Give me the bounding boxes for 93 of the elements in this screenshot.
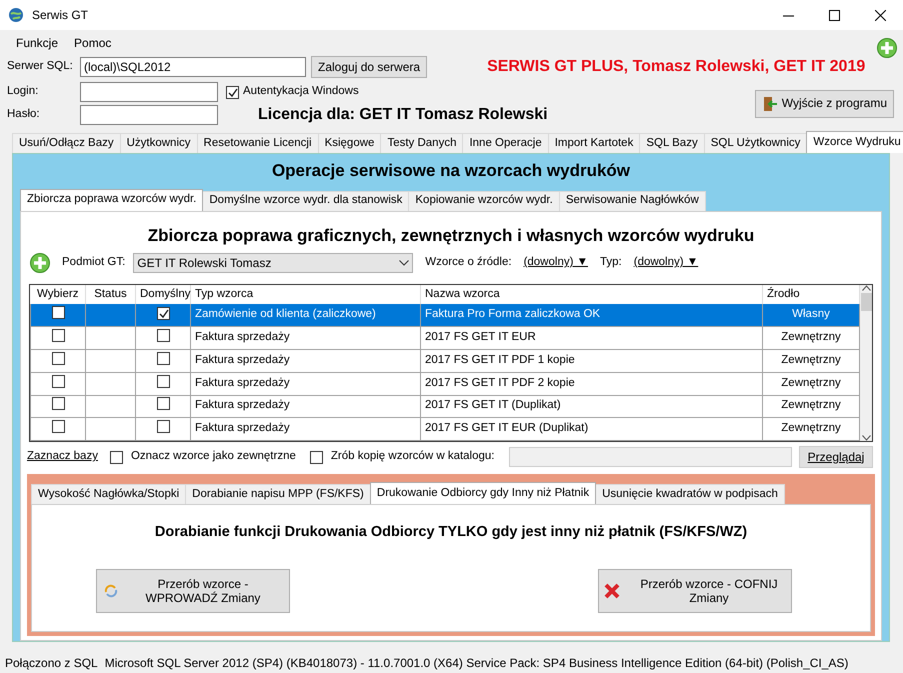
chevron-down-icon bbox=[399, 260, 410, 266]
tab[interactable]: Wzorce Wydruku bbox=[806, 131, 903, 153]
field-label: Hasło: bbox=[6, 108, 41, 122]
table-row[interactable]: Faktura sprzedaży 2017 FS GET IT PDF 1 kopie Zewnętrzny bbox=[30, 350, 860, 372]
table-cell: Faktura Pro Forma zaliczkowa OK bbox=[420, 304, 762, 327]
table-cell: 2017 FS GET IT EUR (Duplikat) bbox=[420, 418, 762, 440]
tab[interactable]: Usunięcie kwadratów w podpisach bbox=[595, 484, 785, 504]
checkbox[interactable] bbox=[110, 450, 123, 464]
checkbox-label: Zrób kopię wzorców w katalogu: bbox=[330, 450, 494, 464]
field-label: Wzorce o źródle: bbox=[425, 256, 512, 270]
section-heading: Zbiorcza poprawa graficznych, zewnętrznych i własnych wzorców wydruku bbox=[146, 226, 756, 246]
banner-text: SERWIS GT PLUS, Tomasz Rolewski, GET IT 2019 bbox=[487, 57, 866, 77]
checkbox[interactable] bbox=[52, 306, 64, 320]
table-cell: Zewnętrzny bbox=[762, 418, 860, 440]
checkbox[interactable] bbox=[156, 397, 170, 410]
checkbox[interactable] bbox=[226, 86, 239, 98]
mark-databases-link[interactable]: Zaznacz bazy bbox=[27, 450, 98, 464]
table-cell: Faktura sprzedaży bbox=[190, 418, 420, 440]
section-heading: Dorabianie funkcji Drukowania Odbiorcy TYLKO gdy jest inny niż płatnik (FS/KFS/WZ) bbox=[154, 524, 748, 542]
window-title: Serwis GT bbox=[32, 8, 88, 22]
status-text: Microsoft SQL Server 2012 (SP4) (KB4018073) - 11.0.7001.0 (X64) Service Pack: SP4 Business Intelligence Edition (64-bit) (Polish_CI_AS) bbox=[104, 656, 848, 670]
exit-button[interactable]: Wyjście z programu bbox=[754, 90, 894, 118]
tab[interactable]: Domyślne wzorce wydr. dla stanowisk bbox=[202, 190, 410, 211]
table-row[interactable]: Faktura sprzedaży 2017 FS GET IT PDF 2 kopie Zewnętrzny bbox=[30, 372, 860, 395]
table-cell: Faktura sprzedaży bbox=[190, 372, 420, 395]
login-button[interactable]: Zaloguj do serwera bbox=[311, 56, 428, 78]
checkbox-label: Autentykacja Windows bbox=[243, 85, 359, 99]
table-row[interactable]: Zamówienie od klienta (zaliczkowe) Faktura Pro Forma zaliczkowa OK Własny bbox=[30, 304, 860, 327]
field-label: Podmiot GT: bbox=[62, 256, 126, 270]
table-cell: Faktura sprzedaży bbox=[190, 395, 420, 418]
table-row[interactable]: Faktura sprzedaży 2017 FS GET IT EUR (Duplikat) Zewnętrzny bbox=[30, 418, 860, 440]
menu-item[interactable]: Pomoc bbox=[66, 34, 120, 52]
close-icon[interactable] bbox=[874, 10, 886, 20]
field-label: Login: bbox=[6, 85, 40, 99]
field-label: Typ: bbox=[600, 256, 622, 270]
add-icon[interactable] bbox=[877, 38, 897, 58]
app-icon bbox=[8, 7, 24, 23]
checkbox[interactable] bbox=[52, 420, 64, 434]
license-text: Licencja dla: GET IT Tomasz Rolewski bbox=[258, 105, 548, 125]
scroll-down-icon[interactable] bbox=[862, 435, 870, 441]
checkbox[interactable] bbox=[52, 397, 64, 410]
checkbox[interactable] bbox=[156, 306, 170, 320]
revert-changes-button[interactable]: Przerób wzorce - COFNIJ Zmiany bbox=[598, 569, 792, 614]
add-icon[interactable] bbox=[30, 253, 50, 273]
table-cell: 2017 FS GET IT PDF 1 kopie bbox=[420, 350, 762, 372]
type-filter-link[interactable]: (dowolny) ▼ bbox=[634, 256, 698, 270]
checkbox[interactable] bbox=[156, 374, 170, 388]
checkbox[interactable] bbox=[310, 450, 323, 464]
checkbox[interactable] bbox=[156, 420, 170, 434]
tab[interactable]: Drukowanie Odbiorcy gdy Inny niż Płatnik bbox=[370, 482, 596, 504]
checkbox[interactable] bbox=[156, 352, 170, 365]
table-cell: 2017 FS GET IT EUR bbox=[420, 326, 762, 350]
table-cell: 2017 FS GET IT (Duplikat) bbox=[420, 395, 762, 418]
table-cell: Własny bbox=[762, 304, 860, 327]
scroll-up-icon[interactable] bbox=[862, 285, 870, 291]
scrollbar-thumb[interactable] bbox=[860, 293, 872, 311]
table-cell: Zewnętrzny bbox=[762, 372, 860, 395]
table-cell: Zewnętrzny bbox=[762, 395, 860, 418]
browse-button[interactable]: Przeglądaj bbox=[799, 446, 873, 468]
table-cell: Zamówienie od klienta (zaliczkowe) bbox=[190, 304, 420, 327]
apply-changes-button[interactable]: Przerób wzorce - WPROWADŹ Zmiany bbox=[96, 569, 290, 614]
password-field[interactable] bbox=[80, 105, 218, 125]
server-field[interactable]: (local)\SQL2012 bbox=[80, 57, 306, 77]
table-row[interactable]: Faktura sprzedaży 2017 FS GET IT EUR Zewnętrzny bbox=[30, 326, 860, 350]
tab[interactable]: Wysokość Nagłówka/Stopki bbox=[31, 484, 186, 504]
table-cell: 2017 FS GET IT PDF 2 kopie bbox=[420, 372, 762, 395]
tab[interactable]: Kopiowanie wzorców wydr. bbox=[408, 190, 560, 211]
refresh-icon bbox=[103, 583, 119, 600]
checkbox[interactable] bbox=[52, 329, 64, 342]
status-text: Połączono z SQL bbox=[5, 656, 98, 670]
cross-icon bbox=[603, 582, 621, 600]
tab[interactable]: Serwisowanie Nagłówków bbox=[558, 190, 706, 211]
checkbox[interactable] bbox=[52, 352, 64, 365]
tab[interactable]: Zbiorcza poprawa wzorców wydr. bbox=[20, 188, 204, 211]
table-cell: Faktura sprzedaży bbox=[190, 326, 420, 350]
table-row[interactable]: Faktura sprzedaży 2017 FS GET IT (Duplikat) Zewnętrzny bbox=[30, 395, 860, 418]
menu-item[interactable]: Funkcje bbox=[8, 34, 66, 52]
table-cell: Zewnętrzny bbox=[762, 326, 860, 350]
checkbox[interactable] bbox=[52, 374, 64, 388]
checkbox-label: Oznacz wzorce jako zewnętrzne bbox=[130, 450, 296, 464]
tab[interactable]: Dorabianie napisu MPP (FS/KFS) bbox=[185, 484, 371, 504]
table-cell: Faktura sprzedaży bbox=[190, 350, 420, 372]
field-label: Serwer SQL: bbox=[6, 60, 74, 74]
maximize-icon[interactable] bbox=[828, 10, 840, 20]
source-filter-link[interactable]: (dowolny) ▼ bbox=[524, 256, 588, 270]
tab[interactable]: Usuń/Odłącz Bazy bbox=[12, 133, 121, 153]
subject-dropdown[interactable]: GET IT Rolewski Tomasz bbox=[133, 253, 414, 273]
table-cell: Zewnętrzny bbox=[762, 350, 860, 372]
panel-title: Operacje serwisowe na wzorcach wydruków bbox=[270, 160, 632, 182]
checkbox[interactable] bbox=[156, 329, 170, 342]
folder-path-field[interactable] bbox=[508, 447, 792, 467]
login-field[interactable] bbox=[80, 82, 218, 102]
exit-door-icon bbox=[762, 96, 778, 112]
